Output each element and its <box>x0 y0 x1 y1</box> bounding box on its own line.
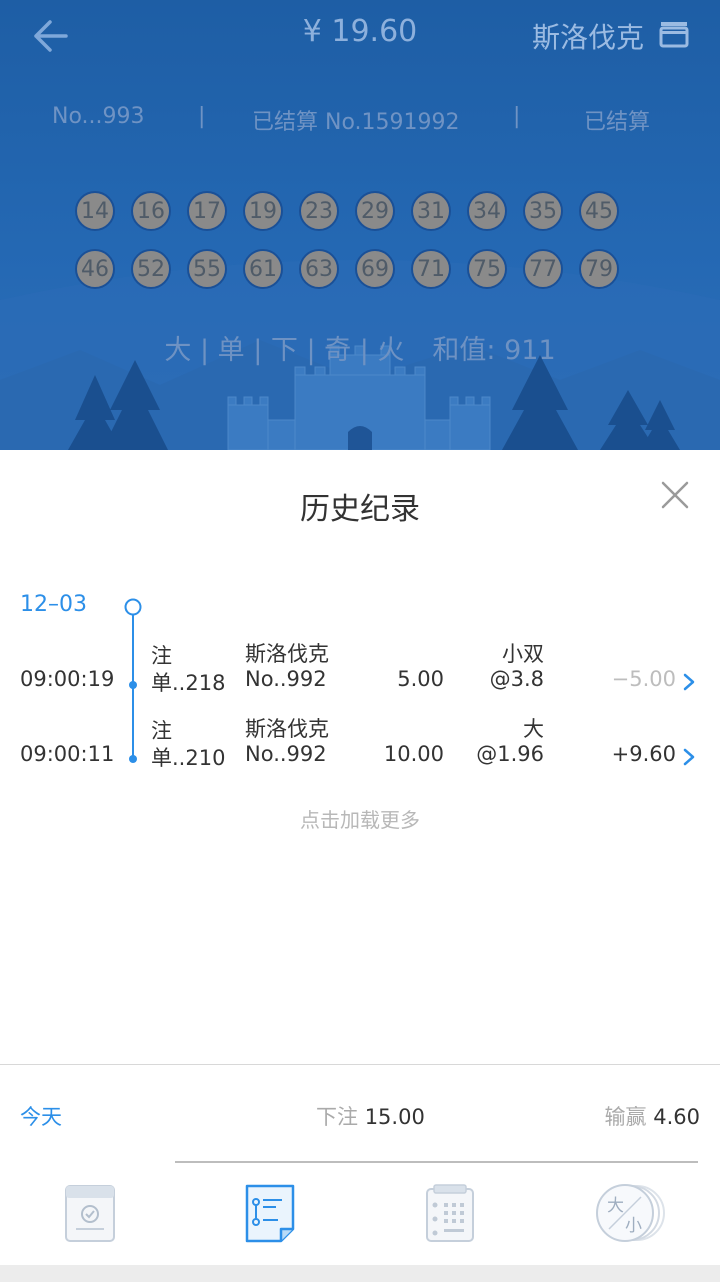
record-bet-type: 小双 <box>502 642 544 666</box>
records-list-icon[interactable] <box>240 1183 300 1243</box>
number-ball: 61 <box>243 249 283 289</box>
number-ball: 14 <box>75 191 115 231</box>
total-win: 输赢 4.60 <box>605 1101 700 1131</box>
date-label: 12–03 <box>20 592 87 617</box>
attribute-tags: 大 | 单 | 下 | 奇 | 火 <box>164 335 405 366</box>
wallet-icon[interactable] <box>658 18 690 50</box>
number-ball: 19 <box>243 191 283 231</box>
lottery-header: ¥ 19.60 斯洛伐克 No...993 | 已结算 No.1591992 |… <box>0 0 720 450</box>
record-stake: 5.00 <box>397 667 444 691</box>
record-game: 斯洛伐克 <box>245 642 329 666</box>
history-record[interactable]: 09:00:19 注 单..218 斯洛伐克 No..992 5.00 小双 @… <box>0 638 720 708</box>
number-ball: 79 <box>579 249 619 289</box>
history-record[interactable]: 09:00:11 注 单..210 斯洛伐克 No..992 10.00 大 @… <box>0 713 720 783</box>
separator: | <box>198 104 206 129</box>
chevron-right-icon[interactable] <box>682 747 696 767</box>
daily-summary: 今天 下注 15.00 输赢 4.60 <box>0 1064 720 1162</box>
big-small-trend-icon[interactable]: 大 小 <box>595 1183 667 1243</box>
number-ball: 77 <box>523 249 563 289</box>
settle-status: 已结算 <box>584 110 651 135</box>
number-ball: 16 <box>131 191 171 231</box>
record-bet-type: 大 <box>523 717 544 741</box>
number-ball: 71 <box>411 249 451 289</box>
total-win-label: 输赢 <box>604 1105 647 1129</box>
bottom-edge <box>0 1265 720 1282</box>
game-name: 斯洛伐克 <box>531 21 644 54</box>
total-win-value: 4.60 <box>653 1105 700 1129</box>
record-result: −5.00 <box>611 667 676 691</box>
record-time: 09:00:11 <box>20 742 115 766</box>
number-ball: 35 <box>523 191 563 231</box>
panel-title: 历史纪录 <box>300 492 420 527</box>
record-odds: @3.8 <box>489 667 544 691</box>
total-bet: 下注 15.00 <box>316 1101 425 1131</box>
tab-divider <box>175 1161 698 1163</box>
record-bet-id: 单..210 <box>151 746 226 770</box>
close-icon[interactable] <box>660 480 690 510</box>
number-ball: 75 <box>467 249 507 289</box>
separator: | <box>513 104 521 129</box>
number-ball: 46 <box>75 249 115 289</box>
bottom-tab-bar: 大 小 <box>0 1161 720 1265</box>
record-odds: @1.96 <box>476 742 544 766</box>
number-ball: 23 <box>299 191 339 231</box>
record-result: +9.60 <box>611 742 676 766</box>
number-ball: 55 <box>187 249 227 289</box>
history-panel: 历史纪录 12–03 09:00:19 注 单..218 斯洛伐克 No..99… <box>0 450 720 1064</box>
numbers-row-1: 14 16 17 19 23 29 31 34 35 45 <box>75 191 655 233</box>
today-filter[interactable]: 今天 <box>20 1101 62 1131</box>
big-label: 大 <box>607 1196 624 1216</box>
total-bet-value: 15.00 <box>364 1105 425 1129</box>
record-stake: 10.00 <box>383 742 444 766</box>
sum-value: 和值: 911 <box>432 335 556 366</box>
number-ball: 34 <box>467 191 507 231</box>
number-ball: 31 <box>411 191 451 231</box>
load-more-link[interactable]: 点击加载更多 <box>0 804 720 833</box>
winning-numbers: 14 16 17 19 23 29 31 34 35 45 46 52 55 61 63 69 71 75 77 7… <box>75 191 655 307</box>
small-label: 小 <box>625 1216 642 1236</box>
number-ball: 63 <box>299 249 339 289</box>
current-issue: No...993 <box>52 104 145 129</box>
record-issue: No..992 <box>245 667 327 691</box>
record-issue: No..992 <box>245 742 327 766</box>
settled-issue: 已结算 No.1591992 <box>252 110 460 135</box>
number-ball: 45 <box>579 191 619 231</box>
numbers-row-2: 46 52 55 61 63 69 71 75 77 79 <box>75 249 655 291</box>
number-ball: 17 <box>187 191 227 231</box>
total-bet-label: 下注 <box>316 1105 358 1129</box>
record-label-top: 注 <box>151 719 172 743</box>
number-ball: 29 <box>355 191 395 231</box>
chevron-right-icon[interactable] <box>682 672 696 692</box>
record-label-top: 注 <box>151 644 172 668</box>
record-time: 09:00:19 <box>20 667 115 691</box>
bet-slip-icon[interactable] <box>60 1183 120 1243</box>
number-ball: 69 <box>355 249 395 289</box>
record-game: 斯洛伐克 <box>245 717 329 741</box>
result-attributes: 大 | 单 | 下 | 奇 | 火和值: 911 <box>0 328 720 367</box>
issue-info-row: No...993 | 已结算 No.1591992 | 已结算 <box>0 104 720 136</box>
number-ball: 52 <box>131 249 171 289</box>
record-bet-id: 单..218 <box>151 671 226 695</box>
calendar-results-icon[interactable] <box>420 1183 480 1243</box>
